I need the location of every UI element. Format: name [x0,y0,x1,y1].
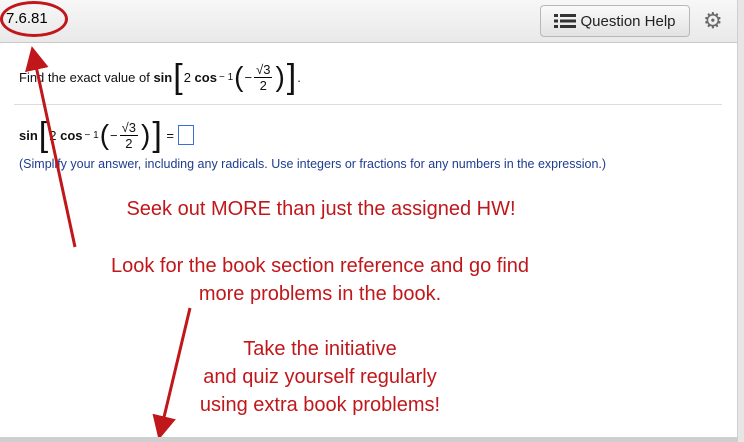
bottom-edge [0,437,737,442]
arrow-to-book [152,307,192,440]
annotation-arrows [25,46,192,440]
arrow-to-section-ref [25,46,77,248]
